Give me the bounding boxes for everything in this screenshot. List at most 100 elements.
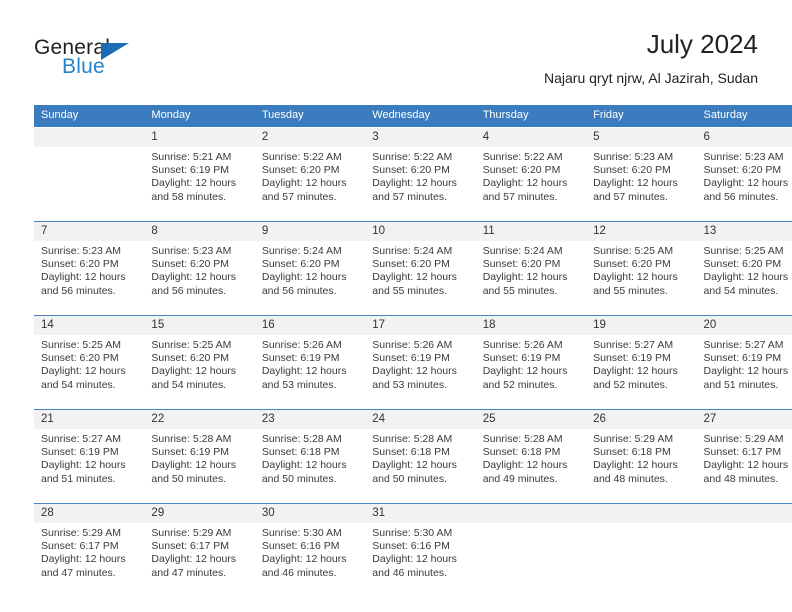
day-cell[interactable]: Sunrise: 5:27 AM Sunset: 6:19 PM Daylight:… <box>586 335 697 410</box>
day-number[interactable]: 15 <box>144 315 255 335</box>
day-daylight-text: and 57 minutes. <box>372 190 447 203</box>
day-cell-empty <box>696 523 792 597</box>
day-sunrise-text: Sunrise: 5:22 AM <box>482 151 563 163</box>
day-number[interactable]: 7 <box>34 221 145 241</box>
week-daynumber-row: 21 22 23 24 25 26 27 <box>34 409 792 429</box>
day-daylight-text: Daylight: 12 hours <box>703 177 789 190</box>
day-daylight-text: Daylight: 12 hours <box>151 365 237 378</box>
day-cell[interactable]: Sunrise: 5:25 AM Sunset: 6:20 PM Daylight:… <box>586 241 697 316</box>
day-number[interactable]: 4 <box>475 127 587 147</box>
day-cell[interactable]: Sunrise: 5:23 AM Sunset: 6:20 PM Daylight:… <box>586 147 697 222</box>
day-number[interactable]: 27 <box>696 409 792 429</box>
day-number[interactable]: 17 <box>365 315 476 335</box>
day-cell[interactable]: Sunrise: 5:25 AM Sunset: 6:20 PM Daylight:… <box>144 335 255 410</box>
day-cell[interactable]: Sunrise: 5:28 AM Sunset: 6:18 PM Daylight:… <box>475 429 587 504</box>
day-cell[interactable]: Sunrise: 5:22 AM Sunset: 6:20 PM Daylight:… <box>475 147 587 222</box>
weekday-header-sunday: Sunday <box>34 105 145 128</box>
day-daylight-text: Daylight: 12 hours <box>41 459 126 472</box>
day-number[interactable]: 29 <box>144 503 255 523</box>
day-number[interactable]: 30 <box>254 503 366 523</box>
day-number[interactable]: 19 <box>586 315 697 335</box>
day-cell[interactable]: Sunrise: 5:28 AM Sunset: 6:18 PM Daylight:… <box>254 429 366 504</box>
day-daylight-text: and 50 minutes. <box>261 472 337 485</box>
day-daylight-text: and 56 minutes. <box>151 284 227 297</box>
day-daylight-text: and 57 minutes. <box>261 190 337 203</box>
day-daylight-text: Daylight: 12 hours <box>703 365 789 378</box>
day-sunrise-text: Sunrise: 5:28 AM <box>482 433 563 445</box>
day-number[interactable]: 31 <box>365 503 476 523</box>
day-number[interactable]: 11 <box>475 221 587 241</box>
day-cell[interactable]: Sunrise: 5:25 AM Sunset: 6:20 PM Daylight:… <box>34 335 145 410</box>
day-sunset-text: Sunset: 6:20 PM <box>151 352 230 365</box>
day-number[interactable]: 28 <box>34 503 145 523</box>
day-number[interactable]: 18 <box>475 315 587 335</box>
day-daylight-text: and 50 minutes. <box>151 472 227 485</box>
day-number[interactable]: 8 <box>144 221 255 241</box>
day-number[interactable]: 20 <box>696 315 792 335</box>
day-sunset-text: Sunset: 6:20 PM <box>482 164 561 177</box>
day-number[interactable]: 9 <box>254 221 366 241</box>
day-cell[interactable]: Sunrise: 5:29 AM Sunset: 6:18 PM Daylight:… <box>586 429 697 504</box>
day-sunrise-text: Sunrise: 5:24 AM <box>482 245 563 257</box>
day-cell[interactable]: Sunrise: 5:22 AM Sunset: 6:20 PM Daylight:… <box>365 147 476 222</box>
day-number[interactable]: 16 <box>254 315 366 335</box>
day-daylight-text: Daylight: 12 hours <box>41 365 126 378</box>
day-cell[interactable]: Sunrise: 5:22 AM Sunset: 6:20 PM Daylight:… <box>254 147 366 222</box>
day-number[interactable]: 25 <box>475 409 587 429</box>
day-daylight-text: Daylight: 12 hours <box>372 177 457 190</box>
day-number[interactable]: 12 <box>586 221 697 241</box>
day-number[interactable]: 3 <box>365 127 476 147</box>
day-cell[interactable]: Sunrise: 5:26 AM Sunset: 6:19 PM Daylight:… <box>365 335 476 410</box>
day-sunset-text: Sunset: 6:17 PM <box>151 540 230 553</box>
weekday-header-row: Sunday Monday Tuesday Wednesday Thursday… <box>34 105 792 128</box>
day-daylight-text: Daylight: 12 hours <box>482 459 568 472</box>
day-cell[interactable]: Sunrise: 5:23 AM Sunset: 6:20 PM Daylight:… <box>696 147 792 222</box>
day-number[interactable]: 13 <box>696 221 792 241</box>
day-cell[interactable]: Sunrise: 5:26 AM Sunset: 6:19 PM Daylight:… <box>475 335 587 410</box>
day-cell[interactable]: Sunrise: 5:28 AM Sunset: 6:18 PM Daylight:… <box>365 429 476 504</box>
day-number[interactable]: 14 <box>34 315 145 335</box>
day-cell[interactable]: Sunrise: 5:26 AM Sunset: 6:19 PM Daylight:… <box>254 335 366 410</box>
day-sunset-text: Sunset: 6:19 PM <box>372 352 450 365</box>
day-daylight-text: and 46 minutes. <box>372 566 447 579</box>
day-number[interactable]: 5 <box>586 127 697 147</box>
day-cell[interactable]: Sunrise: 5:30 AM Sunset: 6:16 PM Daylight:… <box>254 523 366 597</box>
day-sunset-text: Sunset: 6:20 PM <box>482 258 561 271</box>
day-daylight-text: Daylight: 12 hours <box>261 553 347 566</box>
day-cell[interactable]: Sunrise: 5:29 AM Sunset: 6:17 PM Daylight:… <box>696 429 792 504</box>
day-number[interactable]: 26 <box>586 409 697 429</box>
day-number[interactable]: 6 <box>696 127 792 147</box>
day-number[interactable]: 24 <box>365 409 476 429</box>
day-cell[interactable]: Sunrise: 5:24 AM Sunset: 6:20 PM Daylight:… <box>365 241 476 316</box>
day-number[interactable]: 10 <box>365 221 476 241</box>
day-sunrise-text: Sunrise: 5:28 AM <box>372 433 453 445</box>
day-cell[interactable]: Sunrise: 5:21 AM Sunset: 6:19 PM Daylight:… <box>144 147 255 222</box>
day-daylight-text: and 55 minutes. <box>593 284 668 297</box>
day-sunset-text: Sunset: 6:20 PM <box>41 352 119 365</box>
day-cell[interactable]: Sunrise: 5:24 AM Sunset: 6:20 PM Daylight:… <box>475 241 587 316</box>
day-cell[interactable]: Sunrise: 5:27 AM Sunset: 6:19 PM Daylight:… <box>696 335 792 410</box>
day-number[interactable]: 21 <box>34 409 145 429</box>
day-sunset-text: Sunset: 6:19 PM <box>703 352 782 365</box>
day-number[interactable]: 1 <box>144 127 255 147</box>
week-info-row: Sunrise: 5:29 AM Sunset: 6:17 PM Daylight:… <box>34 523 792 597</box>
week-info-row: Sunrise: 5:25 AM Sunset: 6:20 PM Daylight:… <box>34 335 792 410</box>
day-cell[interactable]: Sunrise: 5:29 AM Sunset: 6:17 PM Daylight:… <box>144 523 255 597</box>
day-cell[interactable]: Sunrise: 5:28 AM Sunset: 6:19 PM Daylight:… <box>144 429 255 504</box>
day-daylight-text: and 50 minutes. <box>372 472 447 485</box>
day-cell[interactable]: Sunrise: 5:30 AM Sunset: 6:16 PM Daylight:… <box>365 523 476 597</box>
day-cell[interactable]: Sunrise: 5:23 AM Sunset: 6:20 PM Daylight:… <box>144 241 255 316</box>
day-daylight-text: Daylight: 12 hours <box>261 459 347 472</box>
day-sunset-text: Sunset: 6:19 PM <box>151 446 230 459</box>
day-daylight-text: and 54 minutes. <box>703 284 779 297</box>
day-sunset-text: Sunset: 6:16 PM <box>261 540 340 553</box>
day-cell[interactable]: Sunrise: 5:25 AM Sunset: 6:20 PM Daylight:… <box>696 241 792 316</box>
day-number[interactable]: 23 <box>254 409 366 429</box>
day-cell[interactable]: Sunrise: 5:29 AM Sunset: 6:17 PM Daylight:… <box>34 523 145 597</box>
day-number[interactable]: 22 <box>144 409 255 429</box>
day-cell[interactable]: Sunrise: 5:24 AM Sunset: 6:20 PM Daylight:… <box>254 241 366 316</box>
day-number[interactable]: 2 <box>254 127 366 147</box>
day-cell[interactable]: Sunrise: 5:23 AM Sunset: 6:20 PM Daylight:… <box>34 241 145 316</box>
day-daylight-text: Daylight: 12 hours <box>151 271 237 284</box>
day-cell[interactable]: Sunrise: 5:27 AM Sunset: 6:19 PM Daylight:… <box>34 429 145 504</box>
